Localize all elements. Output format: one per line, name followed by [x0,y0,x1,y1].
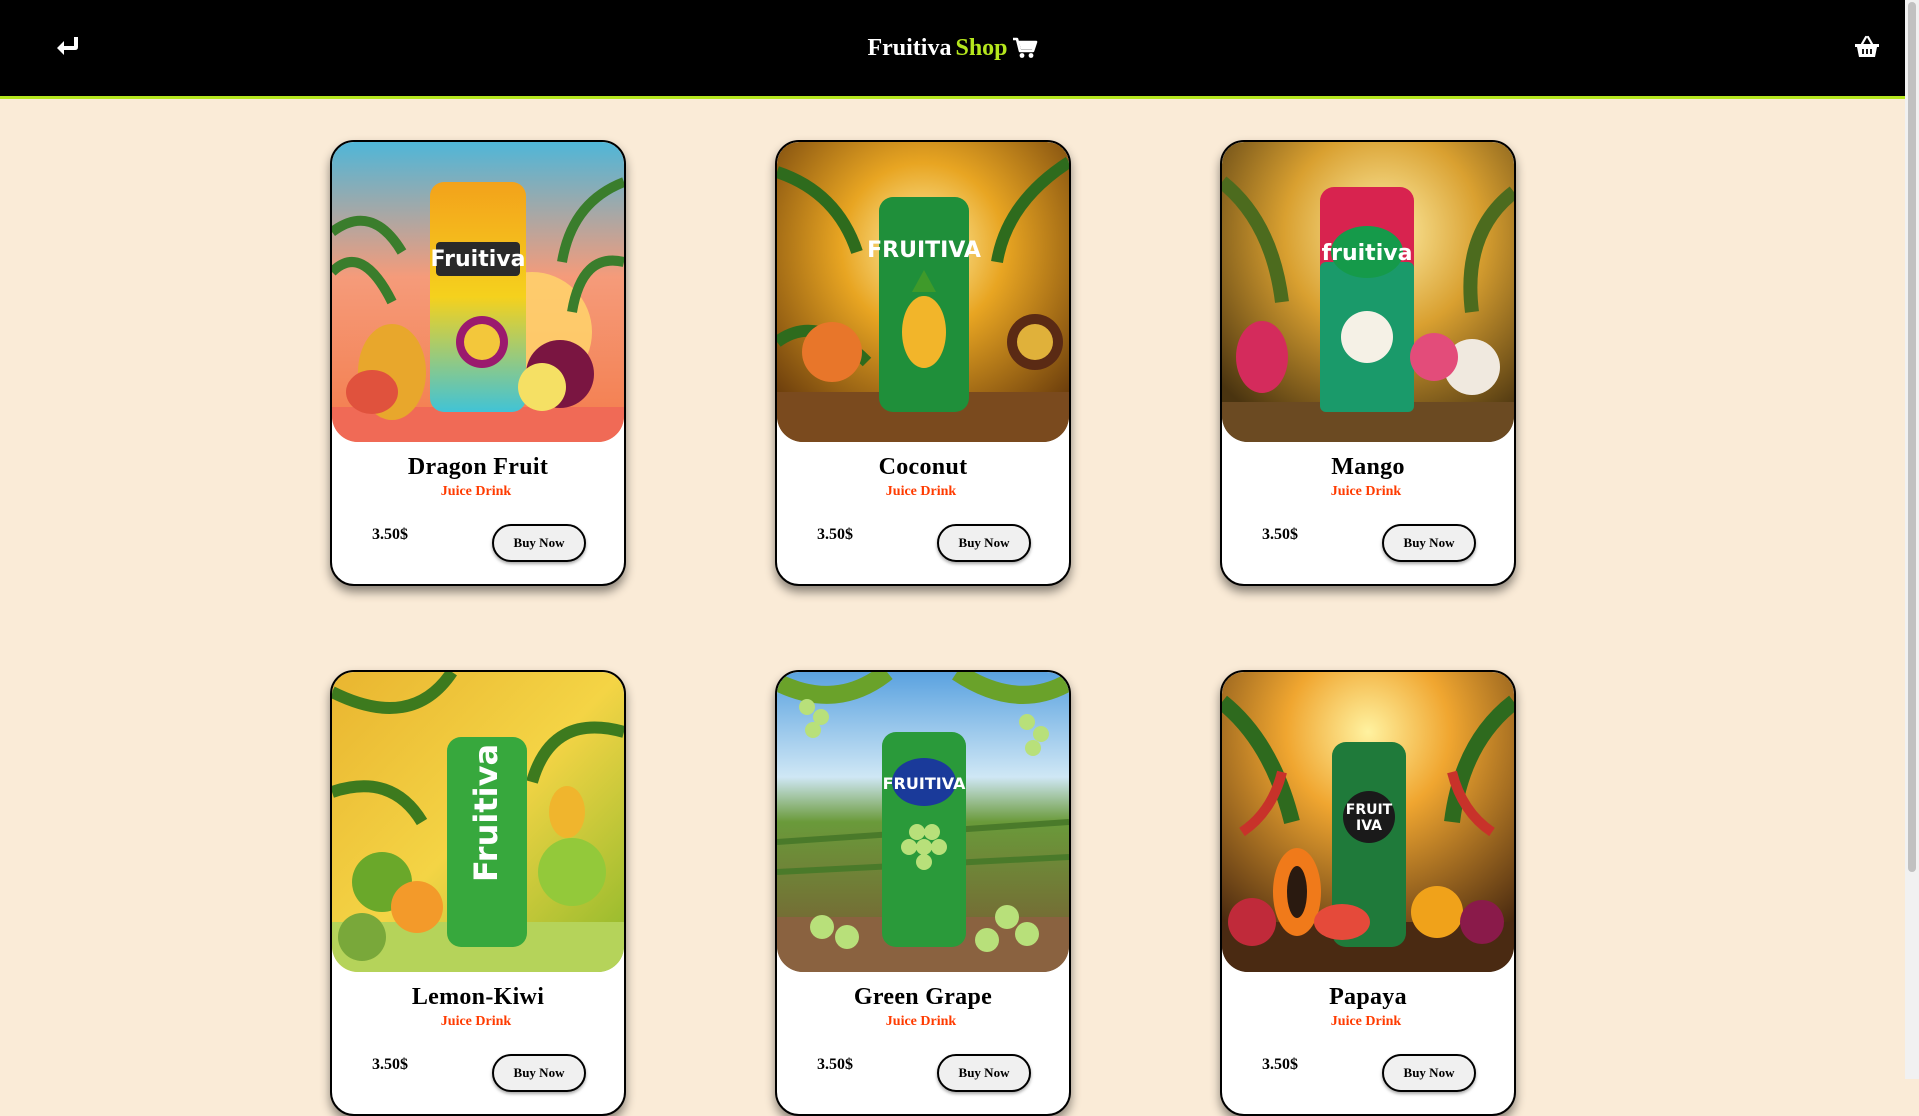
svg-text:fruitiva: fruitiva [1322,241,1413,266]
product-card: FRUIT IVA Papaya Juice Drink 3.50$ Buy N… [1220,670,1516,1116]
svg-text:Fruitiva: Fruitiva [431,247,526,272]
svg-text:Fruitiva: Fruitiva [467,744,505,882]
product-price: 3.50$ [817,1056,853,1073]
product-card: FRUITIVA Green Grape Juice Drink 3.50$ B… [775,670,1071,1116]
product-grid: Fruitiva Dragon Fruit Juice Drink 3.50$ … [0,0,1905,1116]
product-category: Juice Drink [1330,484,1402,499]
product-price: 3.50$ [372,1056,408,1073]
product-price: 3.50$ [1262,1056,1298,1073]
product-image[interactable]: FRUITIVA [777,672,1069,972]
product-image[interactable]: FRUITIVA [777,142,1069,442]
product-image[interactable]: FRUIT IVA [1222,672,1514,972]
svg-text:FRUIT: FRUIT [1346,802,1393,818]
vertical-scrollbar[interactable] [1905,0,1919,1079]
product-category: Juice Drink [885,1014,957,1029]
buy-now-button[interactable]: Buy Now [492,1054,586,1092]
product-category: Juice Drink [440,484,512,499]
product-card: Fruitiva Dragon Fruit Juice Drink 3.50$ … [330,140,626,586]
buy-now-button[interactable]: Buy Now [937,524,1031,562]
product-name: Green Grape [853,984,993,1010]
product-category: Juice Drink [1330,1014,1402,1029]
product-name: Mango [1331,454,1405,480]
product-image[interactable]: Fruitiva [332,142,624,442]
product-name: Dragon Fruit [407,454,549,480]
product-name: Papaya [1329,984,1407,1010]
svg-text:FRUITIVA: FRUITIVA [883,774,966,793]
scrollbar-thumb[interactable] [1908,2,1916,872]
buy-now-button[interactable]: Buy Now [1382,524,1476,562]
buy-now-button[interactable]: Buy Now [937,1054,1031,1092]
product-card: Fruitiva Lemon-Kiwi Juice Drink 3.50$ Bu… [330,670,626,1116]
product-card: FRUITIVA Coconut Juice Drink 3.50$ Buy N… [775,140,1071,586]
product-category: Juice Drink [440,1014,512,1029]
product-image[interactable]: fruitiva [1222,142,1514,442]
product-price: 3.50$ [1262,526,1298,543]
svg-text:IVA: IVA [1356,818,1382,834]
product-name: Lemon-Kiwi [411,984,545,1010]
product-image[interactable]: Fruitiva [332,672,624,972]
svg-text:FRUITIVA: FRUITIVA [867,238,981,263]
product-category: Juice Drink [885,484,957,499]
product-price: 3.50$ [372,526,408,543]
product-name: Coconut [878,454,968,480]
buy-now-button[interactable]: Buy Now [492,524,586,562]
product-price: 3.50$ [817,526,853,543]
product-card: fruitiva Mango Juice Drink 3.50$ Buy Now [1220,140,1516,586]
buy-now-button[interactable]: Buy Now [1382,1054,1476,1092]
